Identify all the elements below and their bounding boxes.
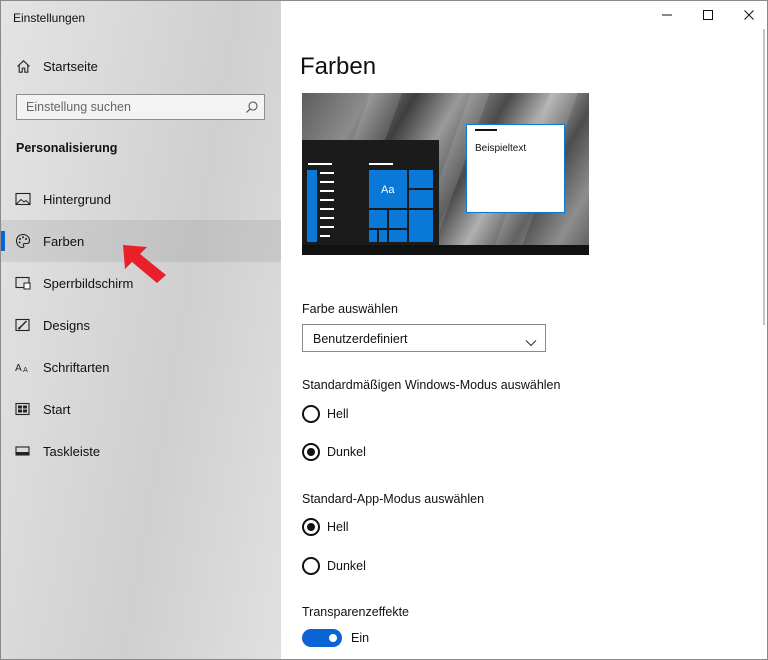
maximize-button[interactable]: [694, 7, 722, 27]
selection-indicator: [1, 231, 5, 251]
preview-window: Beispieltext: [466, 124, 565, 213]
transparency-state-label: Ein: [351, 631, 370, 645]
windows-mode-dunkel-label[interactable]: Dunkel: [327, 445, 366, 459]
windows-mode-hell-label[interactable]: Hell: [327, 407, 349, 421]
search-input[interactable]: [17, 95, 236, 119]
svg-text:A: A: [15, 363, 22, 374]
annotation-arrow-icon: [123, 245, 166, 283]
content-pane: Farben Aa Beispieltext Farbe auswählen B…: [281, 1, 767, 659]
app-mode-dunkel-label[interactable]: Dunkel: [327, 559, 366, 573]
minimize-button[interactable]: [653, 7, 681, 27]
close-button[interactable]: [735, 7, 763, 27]
settings-window: Einstellungen Startseite Personalisierun…: [0, 0, 768, 660]
font-icon: AA: [15, 359, 31, 375]
preview-taskbar: [302, 245, 589, 255]
preview-sample-text: Beispieltext: [475, 143, 527, 154]
windows-mode-dunkel-radio[interactable]: [302, 443, 320, 461]
search-icon[interactable]: [245, 100, 259, 119]
picture-icon: [15, 191, 31, 207]
app-mode-hell-label[interactable]: Hell: [327, 520, 349, 534]
sidebar-item-label: Farben: [43, 233, 85, 249]
app-mode-label: Standard-App-Modus auswählen: [302, 492, 485, 506]
transparency-toggle[interactable]: [302, 629, 342, 647]
sidebar-item-label: Taskleiste: [43, 443, 101, 459]
preview-start-menu: Aa: [302, 140, 439, 245]
sidebar-item-label: Start: [43, 401, 71, 417]
sidebar-item-start[interactable]: Start: [1, 388, 281, 430]
sidebar: Einstellungen Startseite Personalisierun…: [1, 1, 281, 659]
sidebar-home-label: Startseite: [43, 58, 98, 74]
palette-icon: [15, 233, 31, 249]
sidebar-item-designs[interactable]: Designs: [1, 304, 281, 346]
color-select-value: Benutzerdefiniert: [313, 332, 408, 346]
close-icon: [743, 8, 755, 26]
windows-mode-hell-radio[interactable]: [302, 405, 320, 423]
taskbar-icon: [15, 443, 31, 459]
maximize-icon: [702, 8, 714, 26]
search-box[interactable]: [16, 94, 265, 120]
sidebar-item-taskleiste[interactable]: Taskleiste: [1, 430, 281, 472]
section-title: Personalisierung: [16, 141, 118, 155]
sidebar-item-label: Schriftarten: [43, 359, 110, 375]
transparency-label: Transparenzeffekte: [302, 605, 410, 619]
minimize-icon: [661, 8, 673, 26]
theme-preview: Aa Beispieltext: [302, 93, 589, 255]
window-title: Einstellungen: [13, 11, 86, 25]
sidebar-item-label: Designs: [43, 317, 90, 333]
lock-screen-icon: [15, 275, 31, 291]
sidebar-item-label: Hintergrund: [43, 191, 111, 207]
svg-text:A: A: [23, 366, 28, 374]
scrollbar[interactable]: [763, 29, 765, 325]
home-icon: [15, 58, 31, 74]
color-select-label: Farbe auswählen: [302, 302, 398, 316]
start-icon: [15, 401, 31, 417]
windows-mode-label: Standardmäßigen Windows-Modus auswählen: [302, 378, 561, 392]
sidebar-item-hintergrund[interactable]: Hintergrund: [1, 178, 281, 220]
app-mode-hell-radio[interactable]: [302, 518, 320, 536]
sidebar-item-home[interactable]: Startseite: [1, 45, 281, 87]
page-title: Farben: [300, 53, 377, 80]
chevron-down-icon: [525, 334, 537, 352]
preview-tile-text: Aa: [381, 184, 395, 196]
brush-icon: [15, 317, 31, 333]
color-select-dropdown[interactable]: Benutzerdefiniert: [302, 324, 546, 352]
sidebar-item-schriftarten[interactable]: AA Schriftarten: [1, 346, 281, 388]
app-mode-dunkel-radio[interactable]: [302, 557, 320, 575]
